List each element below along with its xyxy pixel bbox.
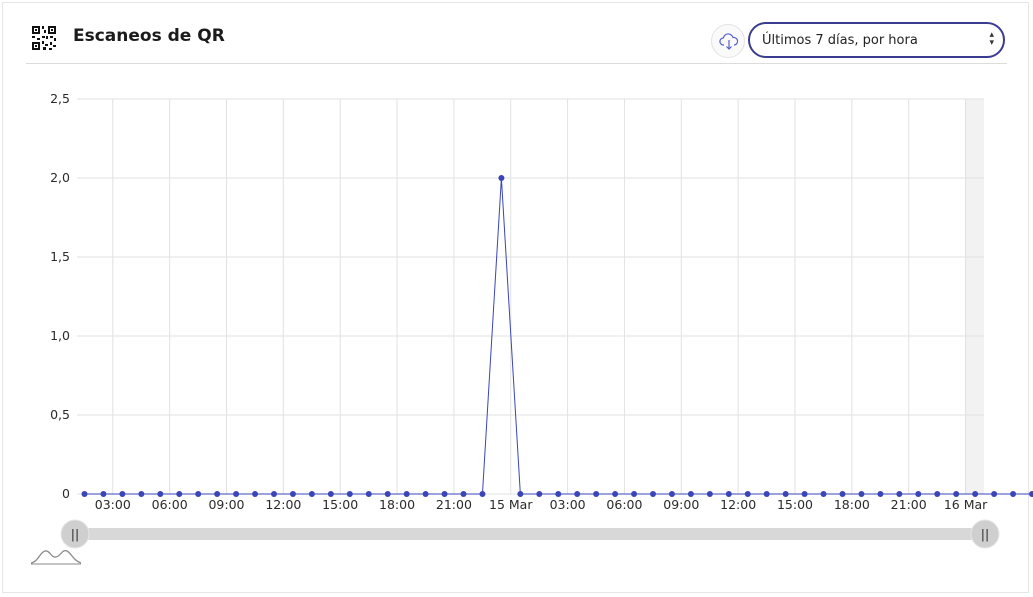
line-chart: 0 0,5 1,0 1,5 2,0 2,5 03:00 06:00 09:00 12:00 15:0… — [30, 91, 1033, 565]
data-point — [820, 491, 827, 497]
data-point — [176, 491, 183, 497]
data-point — [801, 491, 808, 497]
data-point — [668, 491, 675, 497]
data-point — [706, 491, 713, 497]
plot-band-shade — [965, 99, 984, 494]
x-tick-label: 12:00 — [720, 497, 756, 512]
x-tick-label: 18:00 — [834, 497, 870, 512]
data-point — [441, 491, 448, 497]
data-point — [233, 491, 240, 497]
data-point — [858, 491, 865, 497]
x-tick-label: 21:00 — [891, 497, 927, 512]
data-point — [1010, 491, 1017, 497]
x-tick-label: 16 Mar — [944, 497, 988, 512]
data-point — [896, 491, 903, 497]
navigator-area-icon — [30, 550, 82, 564]
data-point — [915, 491, 922, 497]
data-point — [403, 491, 410, 497]
y-tick-label: 1,0 — [50, 328, 70, 343]
x-tick-label: 18:00 — [379, 497, 415, 512]
data-point — [953, 491, 960, 497]
data-point — [100, 491, 107, 497]
data-point — [782, 491, 789, 497]
data-point — [422, 491, 429, 497]
data-point — [991, 491, 998, 497]
data-point — [555, 491, 562, 497]
y-tick-label: 2,0 — [50, 170, 70, 185]
data-point — [157, 491, 164, 497]
data-point — [574, 491, 581, 497]
data-point — [536, 491, 543, 497]
x-tick-label: 06:00 — [152, 497, 188, 512]
navigator-handle-grip: || — [71, 527, 79, 542]
data-point — [346, 491, 353, 497]
data-point — [744, 491, 751, 497]
x-tick-label: 06:00 — [606, 497, 642, 512]
data-point — [327, 491, 334, 497]
data-point — [271, 491, 277, 497]
data-point — [81, 491, 88, 497]
data-point — [650, 491, 656, 497]
data-point — [1029, 491, 1033, 497]
data-point — [934, 491, 941, 497]
x-tick-label: 15:00 — [777, 497, 813, 512]
data-point — [687, 491, 694, 497]
data-point — [877, 491, 884, 497]
navigator-track — [75, 528, 985, 540]
data-point — [308, 491, 315, 497]
data-point — [214, 491, 221, 497]
data-point — [138, 491, 145, 497]
y-tick-label: 0,5 — [50, 407, 70, 422]
y-tick-label: 2,5 — [50, 91, 70, 106]
data-point — [289, 491, 296, 497]
x-tick-label: 09:00 — [208, 497, 244, 512]
x-tick-label: 03:00 — [95, 497, 131, 512]
data-point — [195, 491, 202, 497]
x-tick-label: 03:00 — [550, 497, 586, 512]
x-tick-label: 15:00 — [322, 497, 358, 512]
data-point — [479, 491, 486, 497]
data-point — [365, 491, 372, 497]
data-point — [839, 491, 846, 497]
data-point — [593, 491, 600, 497]
x-tick-label: 21:00 — [436, 497, 472, 512]
data-point — [252, 491, 259, 497]
data-point — [725, 491, 732, 497]
data-point — [612, 491, 619, 497]
data-point — [763, 491, 770, 497]
data-point — [498, 175, 505, 181]
navigator-handle-grip: || — [981, 527, 989, 542]
x-tick-label: 15 Mar — [489, 497, 533, 512]
x-tick-label: 12:00 — [265, 497, 301, 512]
data-point — [460, 491, 467, 497]
data-point — [384, 491, 391, 497]
data-point — [972, 491, 979, 497]
data-point — [631, 491, 638, 497]
x-tick-label: 09:00 — [663, 497, 699, 512]
y-tick-label: 0 — [62, 486, 70, 501]
data-point — [517, 491, 524, 497]
data-point — [119, 491, 126, 497]
y-tick-label: 1,5 — [50, 249, 70, 264]
